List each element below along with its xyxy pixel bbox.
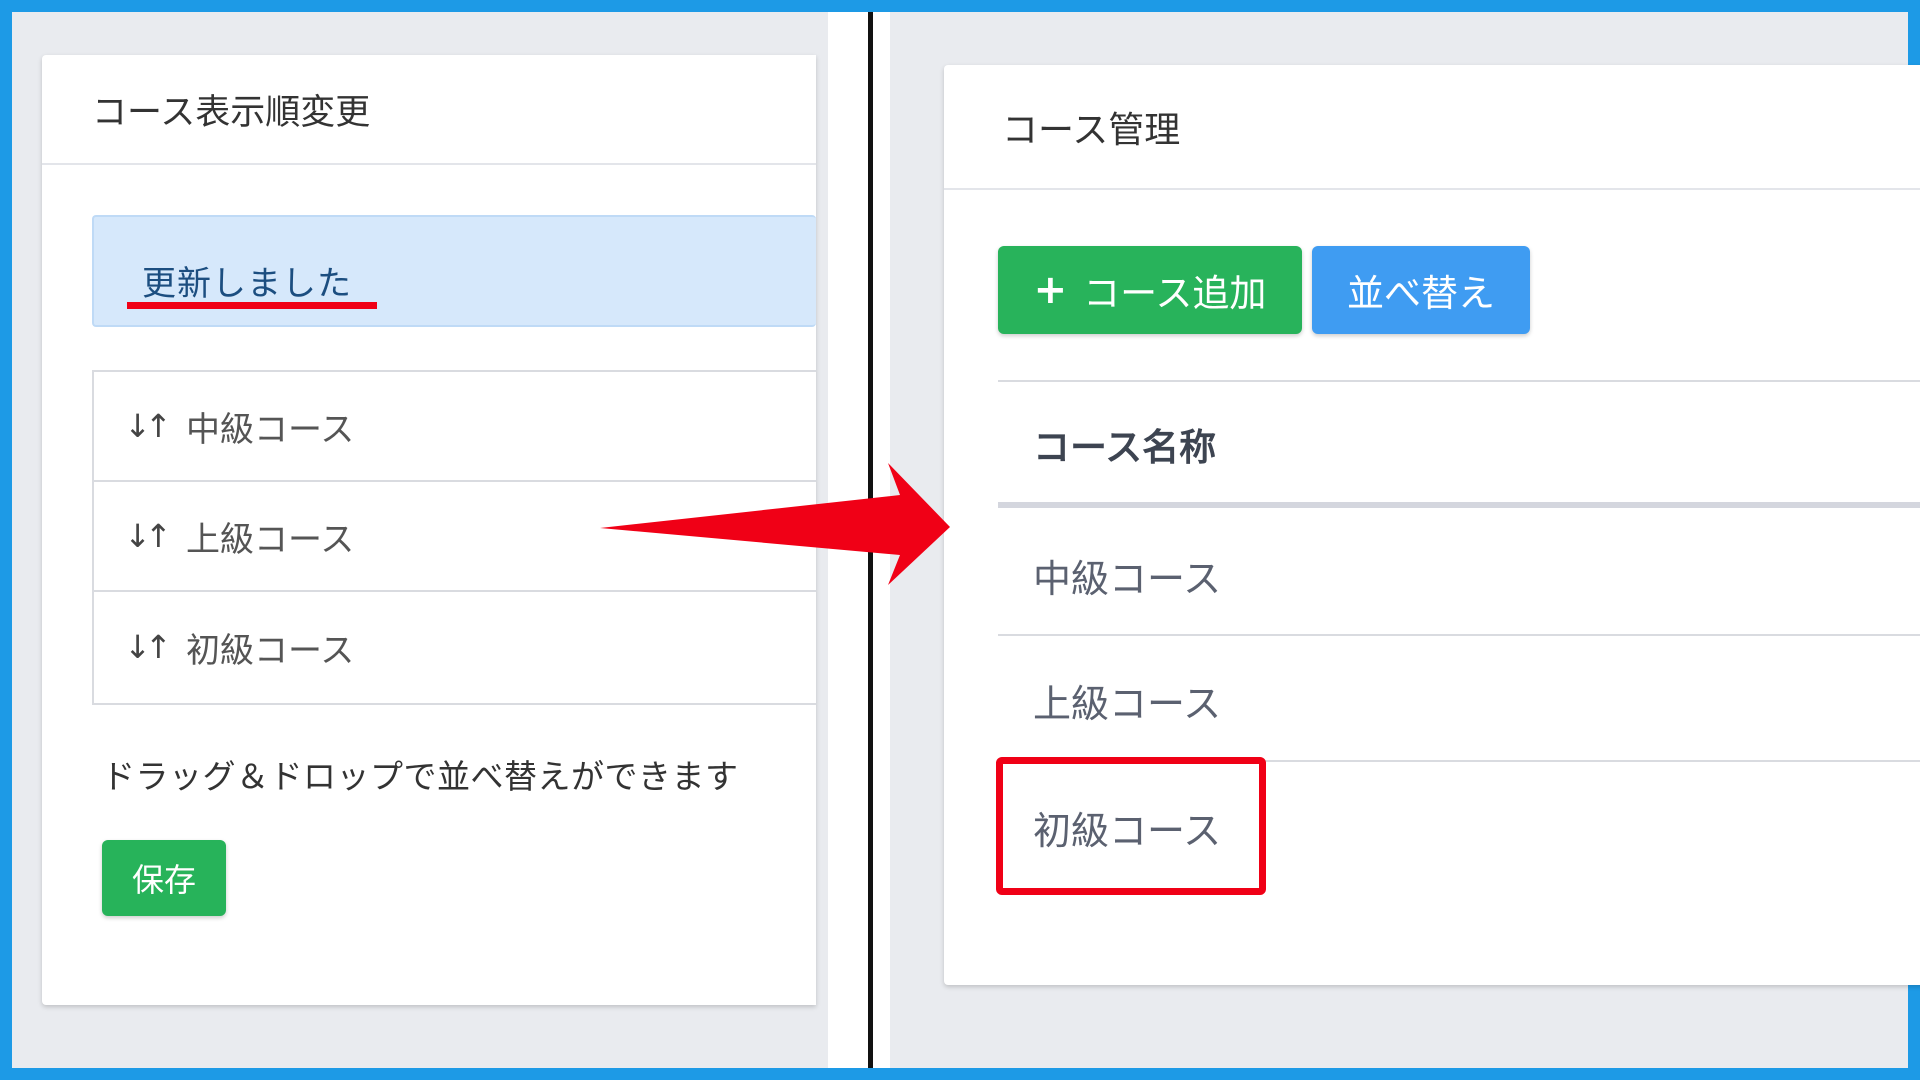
sort-updown-icon[interactable]: ↓↑ (122, 628, 172, 666)
sortable-item-label: 初級コース (186, 630, 355, 671)
add-course-label: コース追加 (1083, 272, 1267, 315)
success-alert-text: 更新しました (142, 264, 352, 304)
table-row: 中級コース (1033, 557, 1222, 601)
table-header-rule (998, 502, 1920, 508)
arrow-shape (600, 463, 950, 585)
sort-card-title: コース表示順変更 (92, 92, 371, 133)
sort-courses-button[interactable]: 並べ替え (1312, 246, 1530, 334)
arrow-right-icon (600, 463, 950, 585)
sortable-item[interactable]: ↓↑ 初級コース (94, 592, 816, 702)
sort-updown-icon[interactable]: ↓↑ (122, 517, 172, 555)
row-divider (998, 634, 1920, 636)
course-card-title: コース管理 (1002, 109, 1181, 151)
annotation-highlight-box (996, 757, 1266, 895)
sortable-item-label: 中級コース (186, 409, 355, 450)
sortable-item-label: 上級コース (186, 519, 355, 560)
course-card-header: コース管理 (944, 65, 1920, 190)
table-row: 上級コース (1033, 682, 1222, 726)
drag-drop-hint: ドラッグ＆ドロップで並べ替えができます (102, 757, 739, 796)
annotation-underline (127, 302, 377, 309)
add-course-button[interactable]: + コース追加 (998, 246, 1302, 334)
column-header-course-name: コース名称 (1033, 426, 1217, 469)
plus-icon: + (1033, 267, 1068, 313)
table-top-border (998, 380, 1920, 382)
sort-card-header: コース表示順変更 (42, 55, 816, 165)
save-button[interactable]: 保存 (102, 840, 226, 916)
sort-updown-icon[interactable]: ↓↑ (122, 407, 172, 445)
